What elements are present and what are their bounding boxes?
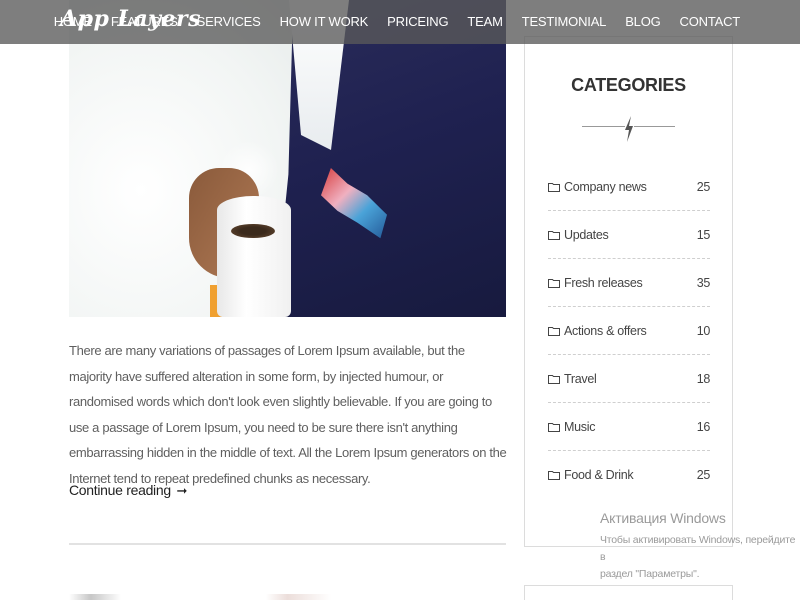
category-count: 35 bbox=[696, 275, 711, 290]
category-item-food-drink[interactable]: Food & Drink 25 bbox=[548, 451, 710, 499]
post-excerpt: There are many variations of passages of… bbox=[69, 343, 507, 486]
nav-item: HOME bbox=[54, 13, 92, 31]
nav-item: PRICEING bbox=[387, 13, 448, 31]
category-count: 18 bbox=[696, 371, 711, 386]
nav-link-team[interactable]: TEAM bbox=[467, 14, 503, 29]
category-count: 25 bbox=[696, 179, 711, 194]
image-coffee bbox=[231, 224, 275, 238]
post-featured-image[interactable] bbox=[69, 0, 506, 317]
category-count: 16 bbox=[696, 419, 711, 434]
next-sidebar-widget bbox=[524, 585, 733, 600]
next-post-preview bbox=[69, 594, 506, 600]
widget-title: CATEGORIES bbox=[571, 75, 686, 95]
category-label-wrap: Company news bbox=[548, 180, 647, 194]
category-item-travel[interactable]: Travel 18 bbox=[548, 355, 710, 403]
nav-item: SERVICES bbox=[197, 13, 261, 31]
folder-icon bbox=[548, 374, 560, 384]
category-name: Music bbox=[564, 419, 596, 434]
folder-icon bbox=[548, 471, 560, 480]
category-count: 10 bbox=[696, 323, 711, 338]
lightning-bolt-icon bbox=[625, 116, 634, 142]
folder-icon bbox=[548, 182, 560, 192]
nav-item: HOW IT WORK bbox=[280, 13, 369, 31]
category-list: Company news 25 Updates 15 Fresh release… bbox=[548, 163, 710, 499]
nav-link-pricing[interactable]: PRICEING bbox=[387, 14, 448, 29]
top-navbar: App Layers HOME FEATURES SERVICES HOW IT… bbox=[0, 0, 800, 44]
category-label-wrap: Food & Drink bbox=[548, 468, 634, 482]
category-label-wrap: Fresh releases bbox=[548, 275, 643, 290]
nav-link-home[interactable]: HOME bbox=[54, 14, 92, 29]
category-item-music[interactable]: Music 16 bbox=[548, 403, 710, 451]
image-coffee-cup bbox=[217, 196, 291, 317]
nav-link-features[interactable]: FEATURES bbox=[111, 14, 178, 29]
folder-icon bbox=[548, 278, 560, 288]
category-name: Company news bbox=[564, 179, 647, 194]
continue-reading-link[interactable]: Continue reading ➞ bbox=[69, 482, 187, 499]
nav-item: TESTIMONIAL bbox=[522, 13, 607, 31]
nav-link-testimonial[interactable]: TESTIMONIAL bbox=[522, 14, 607, 29]
category-count: 15 bbox=[696, 227, 711, 242]
category-label-wrap: Travel bbox=[548, 371, 597, 386]
category-label-wrap: Music bbox=[548, 420, 595, 434]
windows-activation-watermark: Активация Windows Чтобы активировать Win… bbox=[600, 510, 800, 583]
watermark-line-2: раздел "Параметры". bbox=[600, 568, 700, 580]
folder-icon bbox=[548, 326, 560, 336]
nav-item: TEAM bbox=[467, 13, 503, 31]
category-name: Fresh releases bbox=[564, 275, 643, 290]
nav-link-services[interactable]: SERVICES bbox=[197, 14, 261, 29]
nav-item: FEATURES bbox=[111, 13, 178, 31]
title-ornament bbox=[582, 115, 675, 145]
main-nav: HOME FEATURES SERVICES HOW IT WORK PRICE… bbox=[35, 0, 741, 44]
category-name: Food & Drink bbox=[564, 468, 634, 482]
nav-link-blog[interactable]: BLOG bbox=[625, 14, 661, 29]
category-name: Updates bbox=[564, 227, 609, 242]
category-name: Actions & offers bbox=[564, 323, 647, 338]
category-item-actions-offers[interactable]: Actions & offers 10 bbox=[548, 307, 710, 355]
continue-reading-label: Continue reading bbox=[69, 482, 171, 498]
category-item-fresh-releases[interactable]: Fresh releases 35 bbox=[548, 259, 710, 307]
category-item-updates[interactable]: Updates 15 bbox=[548, 211, 710, 259]
category-label-wrap: Actions & offers bbox=[548, 324, 647, 338]
category-count: 25 bbox=[696, 468, 711, 482]
category-item-company-news[interactable]: Company news 25 bbox=[548, 163, 710, 211]
categories-widget: CATEGORIES Company news 25 Updates 15 Fr… bbox=[524, 36, 733, 547]
arrow-right-icon: ➞ bbox=[176, 483, 188, 498]
folder-icon bbox=[548, 422, 560, 432]
nav-item: BLOG bbox=[625, 13, 661, 31]
post-divider bbox=[69, 543, 506, 545]
watermark-title: Активация Windows bbox=[600, 510, 726, 526]
nav-link-how-it-work[interactable]: HOW IT WORK bbox=[280, 14, 369, 29]
nav-item: CONTACT bbox=[680, 13, 741, 31]
category-label-wrap: Updates bbox=[548, 227, 609, 242]
folder-icon bbox=[548, 230, 560, 240]
nav-link-contact[interactable]: CONTACT bbox=[680, 14, 741, 29]
category-name: Travel bbox=[564, 371, 597, 386]
watermark-line-1: Чтобы активировать Windows, перейдите в bbox=[600, 534, 796, 563]
